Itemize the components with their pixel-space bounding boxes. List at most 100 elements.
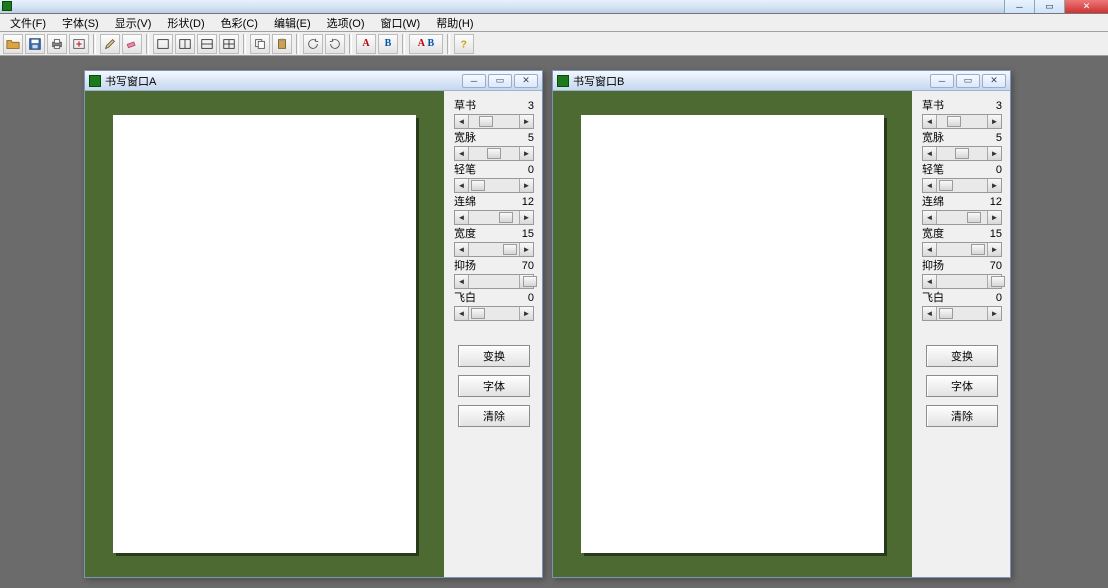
slider-track[interactable]: [937, 275, 987, 288]
slider-track[interactable]: [937, 147, 987, 160]
toolbar-layout2-icon[interactable]: [175, 34, 195, 54]
param-slider[interactable]: ◄►: [454, 306, 534, 321]
slider-right-arrow-icon[interactable]: ►: [519, 243, 533, 256]
slider-left-arrow-icon[interactable]: ◄: [923, 179, 937, 192]
slider-right-arrow-icon[interactable]: ►: [519, 211, 533, 224]
slider-track[interactable]: [937, 179, 987, 192]
slider-left-arrow-icon[interactable]: ◄: [455, 243, 469, 256]
toolbar-paste-icon[interactable]: [272, 34, 292, 54]
toolbar-layout1-icon[interactable]: [153, 34, 173, 54]
menu-file[interactable]: 文件(F): [4, 14, 52, 32]
writing-canvas-b[interactable]: [581, 115, 884, 553]
toolbar-window-a-button[interactable]: A: [356, 34, 376, 54]
toolbar-help-icon[interactable]: ?: [454, 34, 474, 54]
slider-track[interactable]: [469, 147, 519, 160]
toolbar-window-b-button[interactable]: B: [378, 34, 398, 54]
child-b-titlebar[interactable]: 书写窗口B ─ ▭ ✕: [553, 71, 1010, 91]
toolbar-open-icon[interactable]: [3, 34, 23, 54]
menu-edit[interactable]: 编辑(E): [268, 14, 317, 32]
slider-track[interactable]: [469, 275, 519, 288]
slider-right-arrow-icon[interactable]: ►: [987, 147, 1001, 160]
toolbar-layout3-icon[interactable]: [197, 34, 217, 54]
slider-right-arrow-icon[interactable]: ►: [987, 211, 1001, 224]
slider-track[interactable]: [469, 307, 519, 320]
param-slider[interactable]: ◄►: [454, 146, 534, 161]
slider-right-arrow-icon[interactable]: ►: [519, 147, 533, 160]
param-slider[interactable]: ◄►: [922, 210, 1002, 225]
slider-left-arrow-icon[interactable]: ◄: [455, 307, 469, 320]
slider-right-arrow-icon[interactable]: ►: [987, 243, 1001, 256]
slider-right-arrow-icon[interactable]: ►: [519, 307, 533, 320]
slider-left-arrow-icon[interactable]: ◄: [923, 115, 937, 128]
slider-track[interactable]: [469, 211, 519, 224]
toolbar-eraser-icon[interactable]: [122, 34, 142, 54]
menu-shape[interactable]: 形状(D): [161, 14, 210, 32]
clear-button[interactable]: 清除: [926, 405, 998, 427]
slider-thumb[interactable]: [955, 148, 969, 159]
slider-left-arrow-icon[interactable]: ◄: [455, 211, 469, 224]
slider-track[interactable]: [937, 115, 987, 128]
toolbar-pencil-icon[interactable]: [100, 34, 120, 54]
slider-left-arrow-icon[interactable]: ◄: [923, 147, 937, 160]
slider-track[interactable]: [937, 307, 987, 320]
toolbar-copy-icon[interactable]: [250, 34, 270, 54]
param-slider[interactable]: ◄►: [454, 242, 534, 257]
param-slider[interactable]: ◄►: [922, 146, 1002, 161]
slider-left-arrow-icon[interactable]: ◄: [923, 211, 937, 224]
param-slider[interactable]: ◄►: [922, 114, 1002, 129]
slider-left-arrow-icon[interactable]: ◄: [923, 307, 937, 320]
param-slider[interactable]: ◄►: [922, 306, 1002, 321]
slider-right-arrow-icon[interactable]: ►: [519, 179, 533, 192]
child-a-minimize-button[interactable]: ─: [462, 74, 486, 88]
slider-thumb[interactable]: [939, 308, 953, 319]
child-a-close-button[interactable]: ✕: [514, 74, 538, 88]
font-button[interactable]: 字体: [926, 375, 998, 397]
toolbar-import-icon[interactable]: [69, 34, 89, 54]
os-maximize-button[interactable]: ▭: [1034, 0, 1064, 13]
slider-right-arrow-icon[interactable]: ►: [987, 307, 1001, 320]
slider-thumb[interactable]: [479, 116, 493, 127]
param-slider[interactable]: ◄►: [454, 274, 534, 289]
menu-help[interactable]: 帮助(H): [430, 14, 479, 32]
child-a-maximize-button[interactable]: ▭: [488, 74, 512, 88]
slider-thumb[interactable]: [523, 276, 537, 287]
toolbar-window-ab-button[interactable]: A B: [409, 34, 443, 54]
slider-thumb[interactable]: [947, 116, 961, 127]
slider-track[interactable]: [469, 115, 519, 128]
menu-view[interactable]: 显示(V): [109, 14, 158, 32]
slider-right-arrow-icon[interactable]: ►: [987, 179, 1001, 192]
slider-thumb[interactable]: [471, 308, 485, 319]
child-b-minimize-button[interactable]: ─: [930, 74, 954, 88]
menu-window[interactable]: 窗口(W): [375, 14, 427, 32]
slider-thumb[interactable]: [991, 276, 1005, 287]
slider-thumb[interactable]: [967, 212, 981, 223]
writing-canvas-a[interactable]: [113, 115, 416, 553]
slider-thumb[interactable]: [471, 180, 485, 191]
slider-left-arrow-icon[interactable]: ◄: [455, 179, 469, 192]
font-button[interactable]: 字体: [458, 375, 530, 397]
slider-track[interactable]: [937, 243, 987, 256]
menu-option[interactable]: 选项(O): [321, 14, 371, 32]
slider-track[interactable]: [937, 211, 987, 224]
slider-right-arrow-icon[interactable]: ►: [519, 115, 533, 128]
toolbar-print-icon[interactable]: [47, 34, 67, 54]
menu-font[interactable]: 字体(S): [56, 14, 105, 32]
slider-thumb[interactable]: [487, 148, 501, 159]
transform-button[interactable]: 变换: [926, 345, 998, 367]
slider-thumb[interactable]: [939, 180, 953, 191]
os-minimize-button[interactable]: ─: [1004, 0, 1034, 13]
slider-left-arrow-icon[interactable]: ◄: [923, 275, 937, 288]
slider-left-arrow-icon[interactable]: ◄: [923, 243, 937, 256]
toolbar-rotate-right-icon[interactable]: [325, 34, 345, 54]
toolbar-rotate-left-icon[interactable]: [303, 34, 323, 54]
clear-button[interactable]: 清除: [458, 405, 530, 427]
param-slider[interactable]: ◄►: [454, 210, 534, 225]
slider-left-arrow-icon[interactable]: ◄: [455, 147, 469, 160]
param-slider[interactable]: ◄►: [454, 114, 534, 129]
slider-thumb[interactable]: [971, 244, 985, 255]
toolbar-layout4-icon[interactable]: [219, 34, 239, 54]
os-close-button[interactable]: ✕: [1064, 0, 1108, 13]
slider-left-arrow-icon[interactable]: ◄: [455, 115, 469, 128]
slider-thumb[interactable]: [499, 212, 513, 223]
slider-track[interactable]: [469, 243, 519, 256]
